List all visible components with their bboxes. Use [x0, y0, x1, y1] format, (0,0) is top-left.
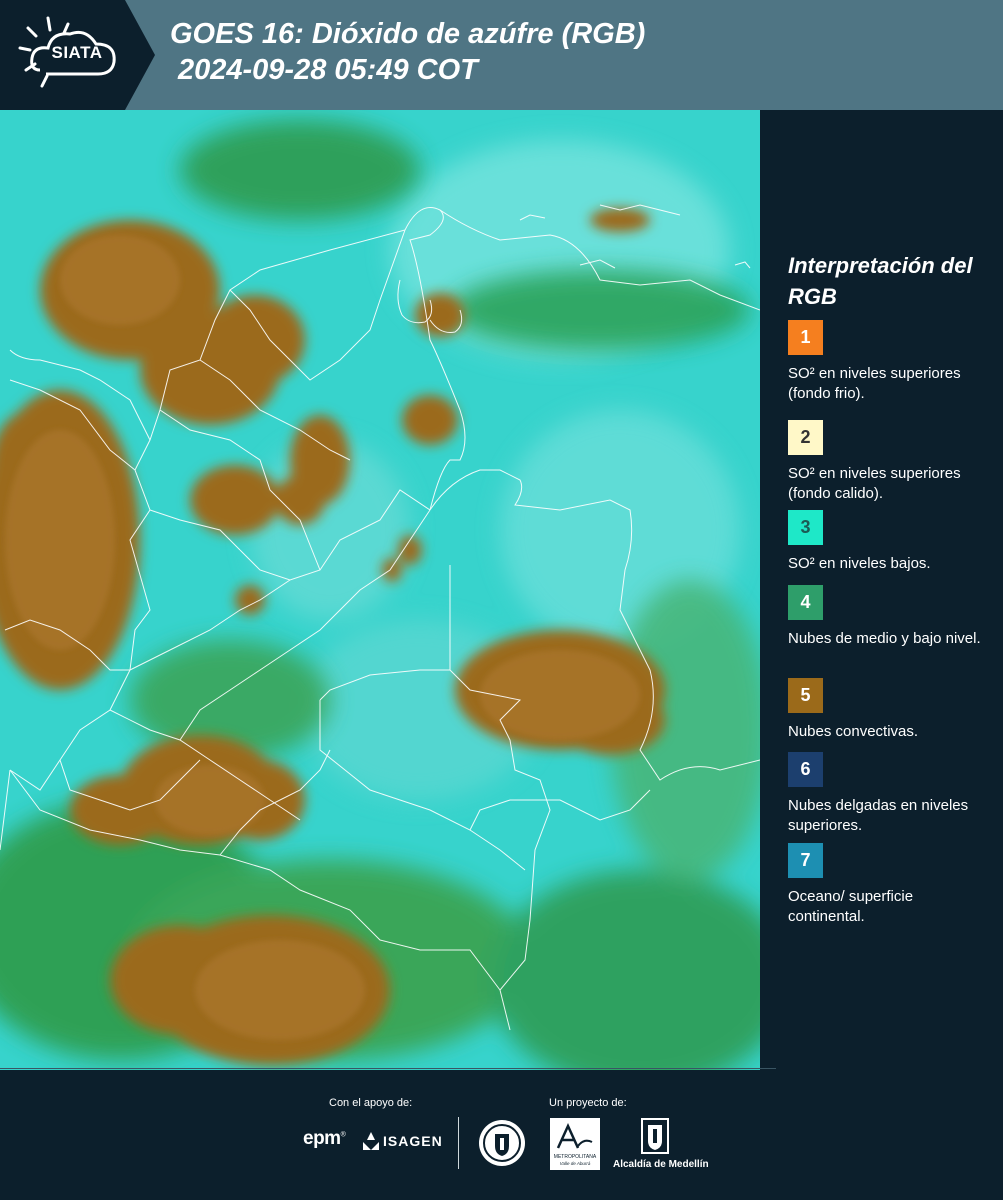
project-label: Un proyecto de:	[549, 1097, 627, 1109]
page-title: GOES 16: Dióxido de azúfre (RGB) 2024-09…	[170, 16, 645, 88]
legend-item-1: 1 SO² en niveles superiores (fondo frio).	[788, 320, 988, 404]
legend-swatch-2: 2	[788, 420, 823, 455]
legend-item-3: 3 SO² en niveles bajos.	[788, 510, 988, 574]
epm-logo-text: epm	[303, 1128, 341, 1149]
epm-logo: epm®	[303, 1128, 346, 1149]
legend-item-5: 5 Nubes convectivas.	[788, 678, 988, 742]
legend-swatch-7: 7	[788, 843, 823, 878]
title-line-2: 2024-09-28 05:49 COT	[178, 54, 478, 86]
alcaldia-medellin-shield-icon	[641, 1118, 669, 1154]
legend-text-7: Oceano/ superficie continental.	[788, 888, 914, 925]
legend-swatch-6: 6	[788, 752, 823, 787]
legend: Interpretación del RGB 1 SO² en niveles s…	[788, 250, 998, 925]
legend-item-7: 7 Oceano/ superficie continental.	[788, 843, 988, 927]
legend-item-2: 2 SO² en niveles superiores (fondo calido…	[788, 420, 988, 504]
legend-item-6: 6 Nubes delgadas en niveles superiores.	[788, 752, 988, 836]
siata-logo-panel: SIATA	[0, 0, 160, 110]
legend-text-2: SO² en niveles superiores (fondo calido)…	[788, 465, 961, 502]
legend-text-1: SO² en niveles superiores (fondo frio).	[788, 365, 961, 402]
footer-vertical-divider	[458, 1117, 459, 1169]
legend-text-3: SO² en niveles bajos.	[788, 555, 931, 572]
area-metropolitana-logo: METROPOLITANA Valle de Aburrá	[550, 1118, 600, 1170]
medellin-seal-icon	[479, 1120, 525, 1166]
isagen-icon	[363, 1132, 379, 1150]
area-logo-text-2: METROPOLITANA	[554, 1154, 597, 1160]
legend-swatch-1: 1	[788, 320, 823, 355]
area-logo-text-3: Valle de Aburrá	[560, 1161, 591, 1166]
isagen-logo-text: ISAGEN	[383, 1133, 443, 1149]
legend-swatch-4: 4	[788, 585, 823, 620]
satellite-map	[0, 110, 760, 1070]
satellite-rgb-map	[0, 110, 760, 1070]
alcaldia-medellin-text: Alcaldía de Medellín	[613, 1159, 709, 1170]
siata-logo-text: SIATA	[51, 43, 103, 62]
legend-item-4: 4 Nubes de medio y bajo nivel.	[788, 585, 988, 649]
title-line-1: GOES 16: Dióxido de azúfre (RGB)	[170, 18, 646, 50]
legend-swatch-3: 3	[788, 510, 823, 545]
footer-divider-line	[0, 1068, 776, 1069]
header: SIATA GOES 16: Dióxido de azúfre (RGB) 2…	[0, 0, 1003, 110]
legend-text-5: Nubes convectivas.	[788, 723, 919, 740]
legend-swatch-5: 5	[788, 678, 823, 713]
legend-title: Interpretación del RGB	[788, 253, 973, 309]
support-label: Con el apoyo de:	[329, 1097, 413, 1109]
legend-text-6: Nubes delgadas en niveles superiores.	[788, 797, 969, 834]
legend-text-4: Nubes de medio y bajo nivel.	[788, 630, 981, 647]
